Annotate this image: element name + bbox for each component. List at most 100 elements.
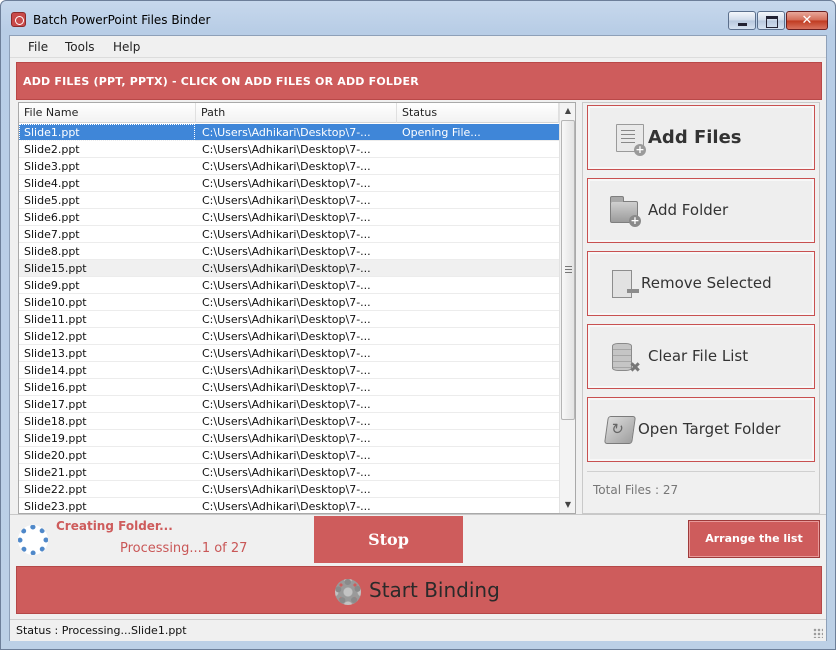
table-row[interactable]: Slide20.ppt C:\Users\Adhikari\Desktop\7-.… [19,447,559,464]
instruction-banner: ADD FILES (PPT, PPTX) - CLICK ON ADD FIL… [16,62,822,100]
open-target-folder-button[interactable]: Open Target Folder [587,397,815,462]
path-cell: C:\Users\Adhikari\Desktop\7-... [202,466,371,479]
table-row[interactable]: Slide9.ppt C:\Users\Adhikari\Desktop\7-..… [19,277,559,294]
table-row[interactable]: Slide10.ppt C:\Users\Adhikari\Desktop\7-.… [19,294,559,311]
open-folder-icon [604,416,636,444]
table-row[interactable]: Slide18.ppt C:\Users\Adhikari\Desktop\7-.… [19,413,559,430]
add-files-button[interactable]: Add Files [587,105,815,170]
table-row[interactable]: Slide22.ppt C:\Users\Adhikari\Desktop\7-.… [19,481,559,498]
table-row[interactable]: Slide13.ppt C:\Users\Adhikari\Desktop\7-.… [19,345,559,362]
status-cell [397,413,557,430]
status-cell [397,311,557,328]
table-row[interactable]: Slide6.ppt C:\Users\Adhikari\Desktop\7-..… [19,209,559,226]
path-cell: C:\Users\Adhikari\Desktop\7-... [202,279,371,292]
column-path[interactable]: Path [196,103,397,123]
table-row[interactable]: Slide2.ppt C:\Users\Adhikari\Desktop\7-..… [19,141,559,158]
table-row[interactable]: Slide1.ppt C:\Users\Adhikari\Desktop\7-..… [19,124,559,141]
file-name-cell: Slide2.ppt [24,143,80,156]
status-cell [397,192,557,209]
file-name-cell: Slide7.ppt [24,228,80,241]
file-list[interactable]: File Name Path Status Slide1.ppt C:\Users… [18,102,576,514]
path-cell: C:\Users\Adhikari\Desktop\7-... [202,228,371,241]
table-row[interactable]: Slide23.ppt C:\Users\Adhikari\Desktop\7-.… [19,498,559,513]
column-file-name[interactable]: File Name [19,103,196,123]
clear-file-list-button[interactable]: Clear File List [587,324,815,389]
close-button[interactable]: ✕ [786,11,828,30]
status-cell [397,481,557,498]
path-cell: C:\Users\Adhikari\Desktop\7-... [202,398,371,411]
maximize-button[interactable] [757,11,785,30]
add-folder-button[interactable]: Add Folder [587,178,815,243]
document-add-icon [616,124,646,156]
status-cell [397,379,557,396]
path-cell: C:\Users\Adhikari\Desktop\7-... [202,194,371,207]
status-cell [397,447,557,464]
table-row[interactable]: Slide17.ppt C:\Users\Adhikari\Desktop\7-.… [19,396,559,413]
file-name-cell: Slide22.ppt [24,483,87,496]
path-cell: C:\Users\Adhikari\Desktop\7-... [202,347,371,360]
file-list-header: File Name Path Status [19,103,559,123]
scroll-down-icon[interactable]: ▼ [560,497,575,513]
path-cell: C:\Users\Adhikari\Desktop\7-... [202,483,371,496]
file-name-cell: Slide4.ppt [24,177,80,190]
table-row[interactable]: Slide7.ppt C:\Users\Adhikari\Desktop\7-..… [19,226,559,243]
app-icon [11,12,26,27]
vertical-scrollbar[interactable]: ▲ ▼ [559,103,575,513]
remove-icon [612,270,639,298]
clear-list-icon [612,343,641,376]
menu-bar: File Tools Help [10,36,826,58]
table-row[interactable]: Slide21.ppt C:\Users\Adhikari\Desktop\7-.… [19,464,559,481]
file-name-cell: Slide10.ppt [24,296,87,309]
status-cell [397,328,557,345]
status-cell [397,226,557,243]
file-rows: Slide1.ppt C:\Users\Adhikari\Desktop\7-..… [19,124,559,513]
path-cell: C:\Users\Adhikari\Desktop\7-... [202,415,371,428]
table-row[interactable]: Slide16.ppt C:\Users\Adhikari\Desktop\7-.… [19,379,559,396]
grip-icon [565,266,572,273]
table-row[interactable]: Slide5.ppt C:\Users\Adhikari\Desktop\7-..… [19,192,559,209]
remove-selected-button[interactable]: Remove Selected [587,251,815,316]
path-cell: C:\Users\Adhikari\Desktop\7-... [202,449,371,462]
start-binding-button[interactable]: Start Binding [16,566,822,614]
status-text: Status : Processing...Slide1.ppt [16,624,187,637]
table-row[interactable]: Slide4.ppt C:\Users\Adhikari\Desktop\7-..… [19,175,559,192]
file-name-cell: Slide15.ppt [24,262,87,275]
arrange-list-button[interactable]: Arrange the list [688,520,820,558]
resize-grip-icon[interactable] [813,628,823,638]
table-row[interactable]: Slide12.ppt C:\Users\Adhikari\Desktop\7-.… [19,328,559,345]
scroll-up-icon[interactable]: ▲ [560,103,575,119]
menu-file[interactable]: File [28,40,48,54]
scroll-thumb[interactable] [561,120,575,420]
table-row[interactable]: Slide11.ppt C:\Users\Adhikari\Desktop\7-.… [19,311,559,328]
folder-add-icon [610,196,641,227]
status-cell [397,362,557,379]
progress-title: Creating Folder... [56,519,173,533]
add-folder-label: Add Folder [648,201,729,219]
stop-button[interactable]: Stop [314,516,463,563]
column-status[interactable]: Status [397,103,559,123]
file-name-cell: Slide19.ppt [24,432,87,445]
total-files: Total Files : 27 [593,483,679,497]
path-cell: C:\Users\Adhikari\Desktop\7-... [202,313,371,326]
close-icon: ✕ [801,13,813,28]
file-name-cell: Slide16.ppt [24,381,87,394]
status-cell [397,498,557,513]
menu-help[interactable]: Help [113,40,140,54]
file-name-cell: Slide12.ppt [24,330,87,343]
status-bar: Status : Processing...Slide1.ppt [10,619,826,641]
status-cell [397,294,557,311]
path-cell: C:\Users\Adhikari\Desktop\7-... [202,296,371,309]
table-row[interactable]: Slide15.ppt C:\Users\Adhikari\Desktop\7-.… [19,260,559,277]
table-row[interactable]: Slide8.ppt C:\Users\Adhikari\Desktop\7-..… [19,243,559,260]
status-cell [397,345,557,362]
file-name-cell: Slide18.ppt [24,415,87,428]
table-row[interactable]: Slide3.ppt C:\Users\Adhikari\Desktop\7-..… [19,158,559,175]
minimize-button[interactable] [728,11,756,30]
menu-tools[interactable]: Tools [65,40,95,54]
path-cell: C:\Users\Adhikari\Desktop\7-... [202,211,371,224]
file-name-cell: Slide23.ppt [24,500,87,513]
title-bar[interactable]: Batch PowerPoint Files Binder ✕ [1,1,835,35]
table-row[interactable]: Slide14.ppt C:\Users\Adhikari\Desktop\7-.… [19,362,559,379]
table-row[interactable]: Slide19.ppt C:\Users\Adhikari\Desktop\7-.… [19,430,559,447]
path-cell: C:\Users\Adhikari\Desktop\7-... [202,381,371,394]
